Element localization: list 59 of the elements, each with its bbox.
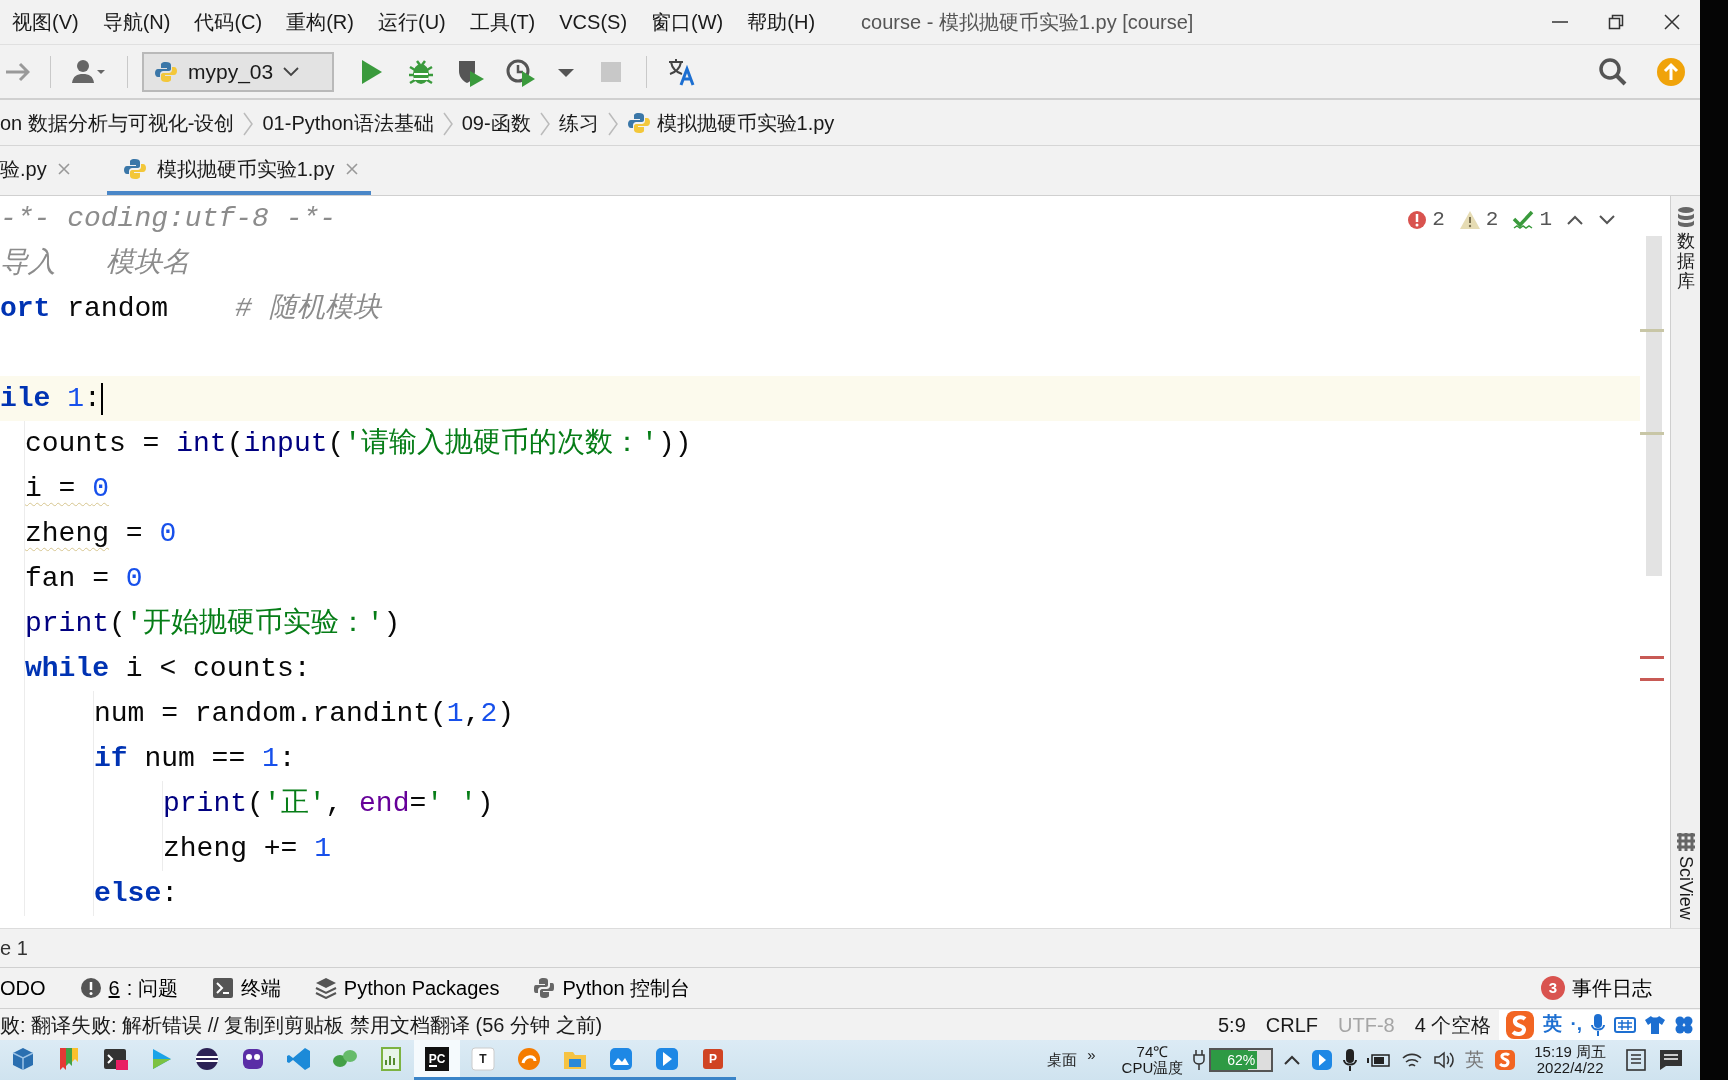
temperature-label: CPU温度 xyxy=(1121,1060,1184,1077)
editor-tab[interactable]: 验.py xyxy=(0,146,83,195)
breadcrumb-item[interactable]: 模拟抛硬币实验1.py xyxy=(626,107,835,138)
code-line: 导入 模块名 xyxy=(0,246,191,281)
punctuation-toggle[interactable]: ·, xyxy=(1570,1010,1582,1039)
caret-position[interactable]: 5:9 xyxy=(1218,1009,1246,1040)
menu-item[interactable]: 工具(T) xyxy=(457,7,548,37)
menu-item[interactable]: 帮助(H) xyxy=(735,7,828,37)
menu-item[interactable]: 视图(V) xyxy=(0,7,91,37)
event-log-button[interactable]: 3 事件日志 xyxy=(1541,973,1652,1003)
menu-item[interactable]: 导航(N) xyxy=(90,7,183,37)
code-line: else: xyxy=(94,876,179,911)
taskbar-app-icon[interactable]: PC xyxy=(414,1040,460,1080)
run-configuration-dropdown[interactable]: mypy_03 xyxy=(142,51,334,92)
code-line: if num == 1: xyxy=(94,741,296,776)
status-message: 败: 翻译失败: 解析错误 // 复制到剪贴板 禁用文档翻译 (56 分钟 之前) xyxy=(0,1012,603,1038)
indent-setting[interactable]: 4 个空格 xyxy=(1414,1009,1492,1040)
breadcrumb-item[interactable]: 练习 xyxy=(558,107,599,138)
count-badge: 3 xyxy=(1541,976,1565,1000)
menu-item[interactable]: 运行(U) xyxy=(365,7,458,37)
menu-item[interactable]: 代码(C) xyxy=(182,7,275,37)
code-line: zheng = 0 xyxy=(25,516,177,551)
line-separator[interactable]: CRLF xyxy=(1265,1009,1319,1040)
input-mode-toggle[interactable]: 英 xyxy=(1543,1010,1563,1039)
tool-window-button[interactable]: ODO xyxy=(0,973,46,1003)
code-line: i = 0 xyxy=(25,471,110,506)
menu-item[interactable]: 窗口(W) xyxy=(639,7,736,37)
menu-item[interactable]: VCS(S) xyxy=(547,7,640,37)
code-line: print('开始抛硬币实验：') xyxy=(25,606,401,641)
code-line: while i < counts: xyxy=(25,651,311,686)
side-tool-button[interactable]: 数据库 xyxy=(1675,206,1696,292)
code-line: zheng += 1 xyxy=(163,831,332,866)
code-line: fan = 0 xyxy=(25,561,143,596)
code-line: print('正', end=' ') xyxy=(163,786,494,821)
typo-count[interactable]: 1 xyxy=(1512,204,1552,236)
breadcrumb-item[interactable]: e 1 xyxy=(0,933,28,963)
temperature-reading: 74℃ xyxy=(1136,1043,1169,1060)
desktop-toolbar[interactable]: 桌面 xyxy=(1047,1048,1078,1072)
tool-window-button[interactable]: Python 控制台 xyxy=(533,973,691,1003)
breadcrumb-item[interactable]: on 数据分析与可视化-设创 xyxy=(0,107,235,138)
battery-percentage: 62% xyxy=(1225,1051,1258,1069)
tool-window-button[interactable]: 终端 xyxy=(211,973,281,1003)
breadcrumb-item[interactable]: 01-Python语法基础 xyxy=(262,107,434,138)
warning-count[interactable]: 2 xyxy=(1458,204,1499,236)
error-count[interactable]: 2 xyxy=(1407,204,1445,236)
tool-window-button[interactable]: Python Packages xyxy=(314,973,500,1003)
code-line: counts = int(input('请输入抛硬币的次数：')) xyxy=(25,426,692,461)
breadcrumb-item[interactable]: 09-函数 xyxy=(461,107,531,138)
more-chevron: » xyxy=(1087,1044,1096,1065)
tool-window-button[interactable]: 6 : 问题 xyxy=(79,973,178,1003)
code-line: num = random.randint(1,2) xyxy=(94,696,515,731)
code-line: ort random # 随机模块 xyxy=(0,291,381,326)
code-line: ile 1: xyxy=(0,381,101,416)
clock[interactable]: 15:19 周五 2022/4/22 xyxy=(1534,1043,1606,1077)
menu-item[interactable]: 重构(R) xyxy=(274,7,366,37)
window-title: course - 模拟抛硬币实验1.py [course] xyxy=(861,10,1194,35)
code-line: -*- coding:utf-8 -*- xyxy=(0,201,337,236)
input-language-indicator[interactable]: 英 xyxy=(1465,1045,1485,1075)
side-tool-button[interactable]: SciView xyxy=(1672,832,1699,920)
